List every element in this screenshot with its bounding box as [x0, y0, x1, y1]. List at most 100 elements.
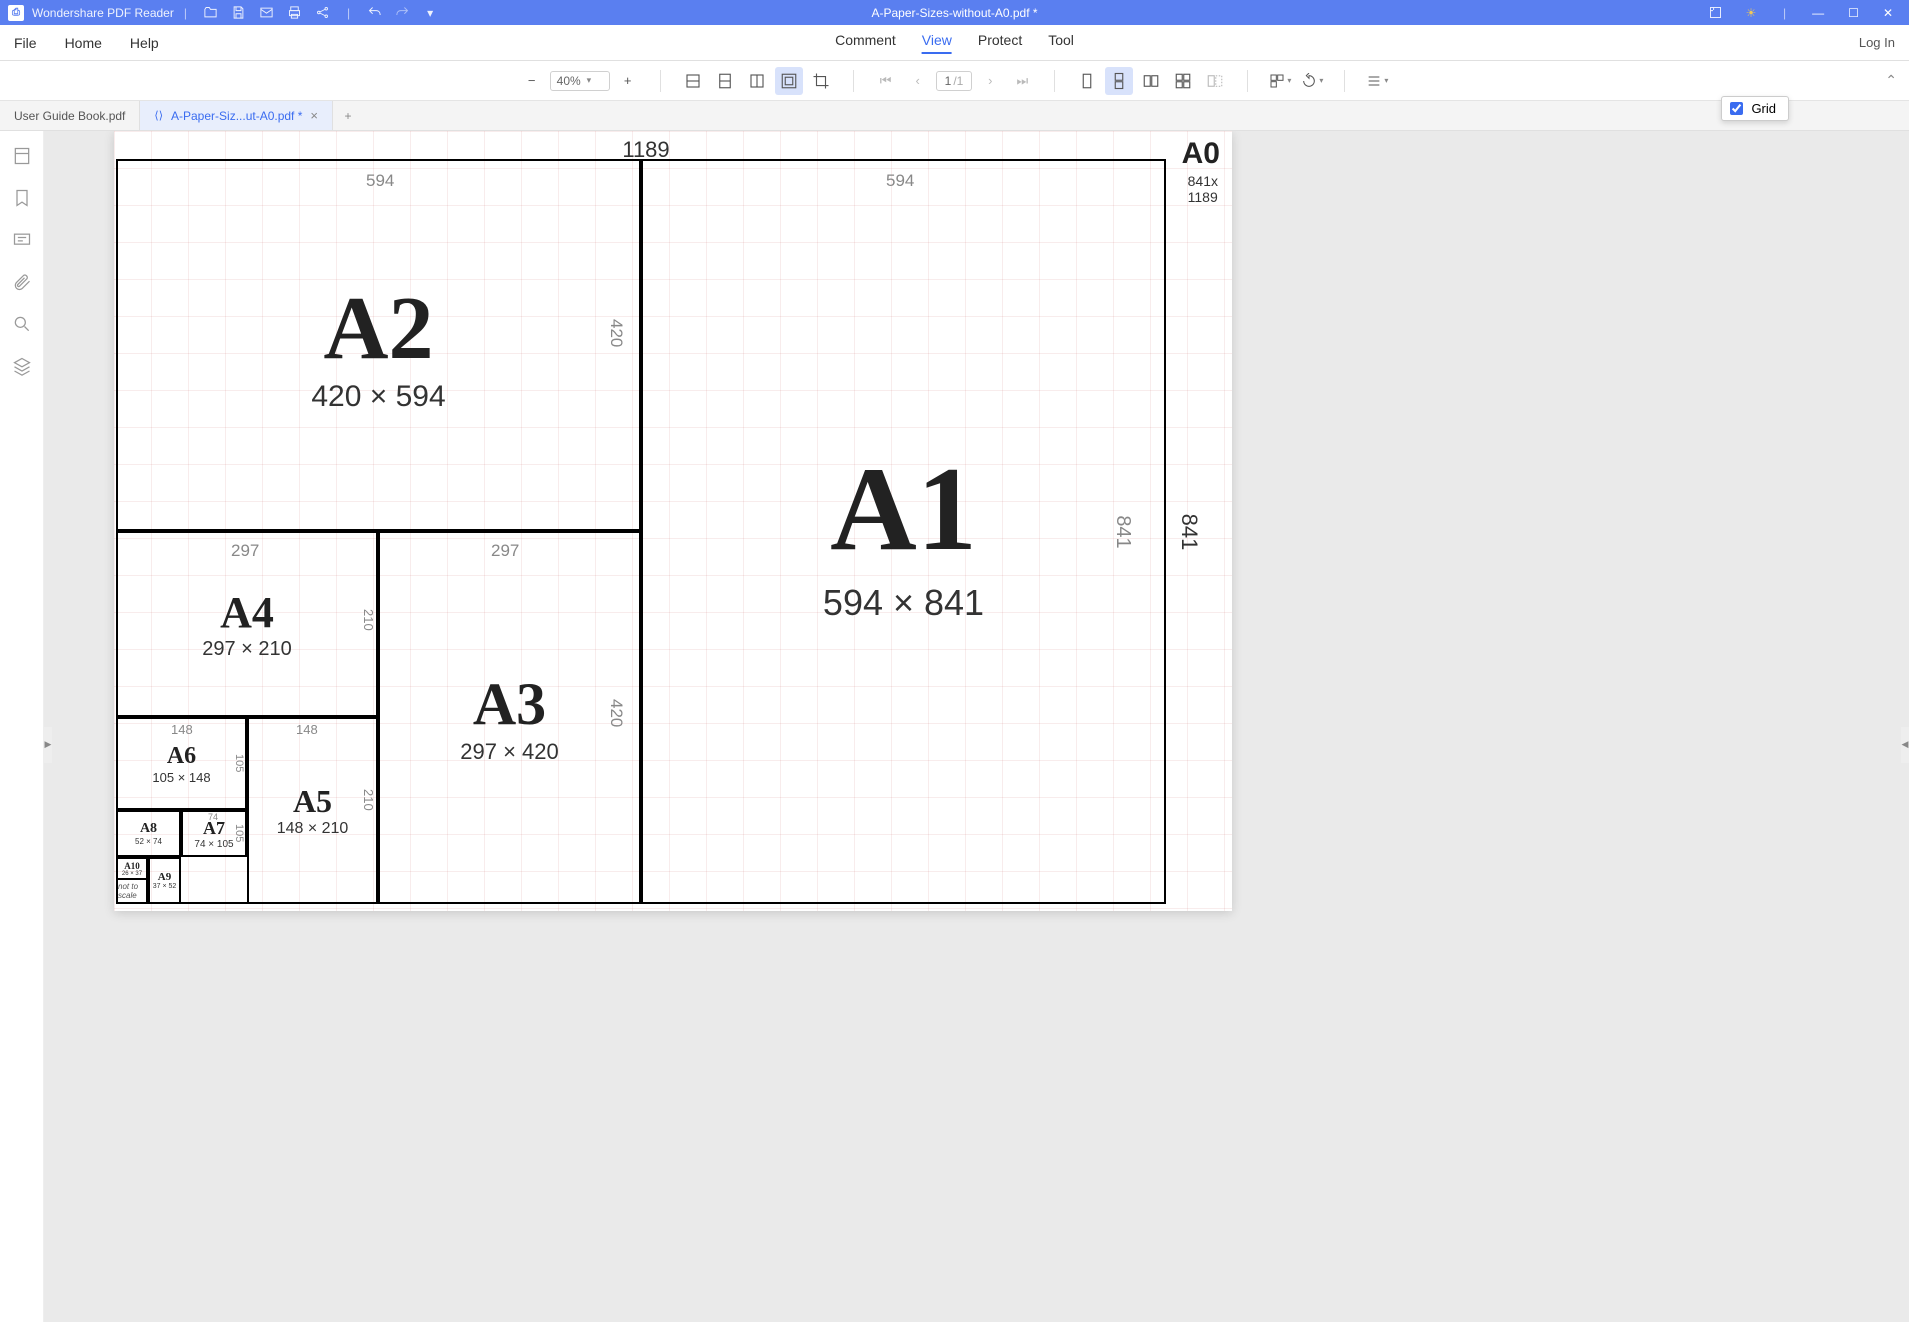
- a5-label: A5: [293, 783, 332, 820]
- prev-page-icon[interactable]: ‹: [904, 67, 932, 95]
- grid-checkbox[interactable]: [1730, 102, 1743, 115]
- list-dropdown[interactable]: [1363, 67, 1391, 95]
- separator: [1054, 70, 1055, 92]
- a5-top-148: 148: [296, 722, 318, 737]
- close-button[interactable]: ✕: [1875, 6, 1901, 20]
- menu-help[interactable]: Help: [130, 35, 159, 51]
- paper-size-diagram: 1189 A0 841x 1189 841 A1 594 × 841 841 5…: [116, 159, 1176, 904]
- zoom-in-button[interactable]: +: [614, 67, 642, 95]
- a0-height-label: 841: [1176, 513, 1202, 550]
- document-tab-bar: User Guide Book.pdf ⟨⟩ A-Paper-Siz...ut-…: [0, 101, 1909, 131]
- a0-dims: 841x 1189: [1188, 173, 1218, 205]
- dropdown-icon[interactable]: ▾: [421, 4, 439, 22]
- actual-size-icon[interactable]: [743, 67, 771, 95]
- a9-box: A9 37 × 52: [148, 857, 181, 904]
- expand-right-panel-icon[interactable]: ◀: [1901, 727, 1909, 763]
- search-icon[interactable]: [11, 313, 33, 335]
- pdf-page: 1189 A0 841x 1189 841 A1 594 × 841 841 5…: [114, 131, 1232, 911]
- single-continuous-icon[interactable]: [1105, 67, 1133, 95]
- two-page-icon[interactable]: [1137, 67, 1165, 95]
- last-page-icon[interactable]: ⏭: [1008, 67, 1036, 95]
- menu-home[interactable]: Home: [65, 35, 102, 51]
- mail-icon[interactable]: [258, 4, 276, 22]
- a10-box: A10 26 × 37: [116, 857, 148, 880]
- view-toolbar: − 40% ▾ + ⏮ ‹ 1 /1 › ⏭: [0, 61, 1909, 101]
- comments-icon[interactable]: [11, 229, 33, 251]
- a2-label: A2: [324, 277, 434, 380]
- menu-view[interactable]: View: [922, 32, 952, 54]
- fit-visible-icon[interactable]: [775, 67, 803, 95]
- a1-top-dim: 594: [886, 171, 914, 191]
- grid-label: Grid: [1751, 101, 1776, 116]
- close-tab-icon[interactable]: ×: [310, 108, 318, 123]
- fit-page-icon[interactable]: [711, 67, 739, 95]
- main-area: ▶ ◀ 1189 A0 841x 1189 841 A1 594 × 841 8…: [0, 131, 1909, 1322]
- page-current: 1: [945, 74, 952, 88]
- zoom-out-button[interactable]: −: [518, 67, 546, 95]
- open-folder-icon[interactable]: [202, 4, 220, 22]
- a7-dims: 74 × 105: [194, 839, 233, 850]
- screenshot-icon[interactable]: [1706, 4, 1724, 22]
- two-continuous-icon[interactable]: [1169, 67, 1197, 95]
- title-bar: ⎙ Wondershare PDF Reader | | ▾ A-Paper-S…: [0, 0, 1909, 25]
- layers-icon[interactable]: [11, 355, 33, 377]
- tab-a-paper-sizes[interactable]: ⟨⟩ A-Paper-Siz...ut-A0.pdf * ×: [140, 101, 333, 130]
- next-page-icon[interactable]: ›: [976, 67, 1004, 95]
- bookmark-icon[interactable]: [11, 187, 33, 209]
- a4-label: A4: [220, 587, 274, 638]
- side-panel: [0, 131, 44, 1322]
- a9-label: A9: [158, 871, 171, 883]
- maximize-button[interactable]: ☐: [1840, 6, 1867, 20]
- single-page-icon[interactable]: [1073, 67, 1101, 95]
- print-icon[interactable]: [286, 4, 304, 22]
- menu-tool[interactable]: Tool: [1048, 32, 1074, 54]
- a1-box: A1 594 × 841 841: [641, 159, 1166, 904]
- a2-dims: 420 × 594: [311, 380, 445, 414]
- login-button[interactable]: Log In: [1859, 35, 1895, 50]
- a10-dims: 26 × 37: [122, 871, 142, 877]
- share-icon[interactable]: [314, 4, 332, 22]
- crop-icon[interactable]: [807, 67, 835, 95]
- undo-icon[interactable]: [365, 4, 383, 22]
- grid-toggle-popup: Grid: [1721, 96, 1789, 121]
- menu-comment[interactable]: Comment: [835, 32, 896, 54]
- chevron-down-icon: ▾: [587, 75, 592, 86]
- theme-icon[interactable]: ☀: [1742, 4, 1760, 22]
- cover-page-icon[interactable]: [1201, 67, 1229, 95]
- expand-left-panel-icon[interactable]: ▶: [44, 727, 52, 763]
- a6-label: A6: [167, 743, 196, 770]
- a8-box: A8 52 × 74: [116, 810, 181, 857]
- menu-protect[interactable]: Protect: [978, 32, 1022, 54]
- page-canvas[interactable]: 1189 A0 841x 1189 841 A1 594 × 841 841 5…: [44, 131, 1909, 1322]
- first-page-icon[interactable]: ⏮: [872, 67, 900, 95]
- separator: [1344, 70, 1345, 92]
- save-icon[interactable]: [230, 4, 248, 22]
- page-number-input[interactable]: 1 /1: [936, 71, 973, 91]
- tab-user-guide[interactable]: User Guide Book.pdf: [0, 101, 140, 130]
- a3-top-297: 297: [491, 541, 519, 561]
- fit-width-icon[interactable]: [679, 67, 707, 95]
- a3-dims: 297 × 420: [460, 739, 558, 765]
- document-title: A-Paper-Sizes-without-A0.pdf *: [871, 6, 1037, 20]
- menu-file[interactable]: File: [14, 35, 37, 51]
- a10-label: A10: [124, 861, 140, 871]
- a5-dims: 148 × 210: [277, 820, 349, 838]
- thumbnails-icon[interactable]: [11, 145, 33, 167]
- minimize-button[interactable]: —: [1804, 6, 1832, 20]
- tab-label: A-Paper-Siz...ut-A0.pdf *: [171, 109, 302, 123]
- a9-dims: 37 × 52: [153, 883, 177, 890]
- zoom-value: 40%: [557, 74, 581, 88]
- new-tab-button[interactable]: +: [333, 101, 363, 130]
- reading-mode-dropdown[interactable]: [1266, 67, 1294, 95]
- rotate-dropdown[interactable]: [1298, 67, 1326, 95]
- separator: [1247, 70, 1248, 92]
- a3-box: A3 297 × 420: [378, 531, 641, 904]
- app-logo-icon: ⎙: [8, 5, 24, 21]
- redo-icon[interactable]: [393, 4, 411, 22]
- a5-box: A5 148 × 210: [247, 717, 378, 904]
- attachment-icon[interactable]: [11, 271, 33, 293]
- a2-box: A2 420 × 594: [116, 159, 641, 531]
- zoom-select[interactable]: 40% ▾: [550, 71, 610, 91]
- separator: |: [184, 6, 187, 20]
- collapse-toolbar-icon[interactable]: ⌃: [1885, 72, 1897, 89]
